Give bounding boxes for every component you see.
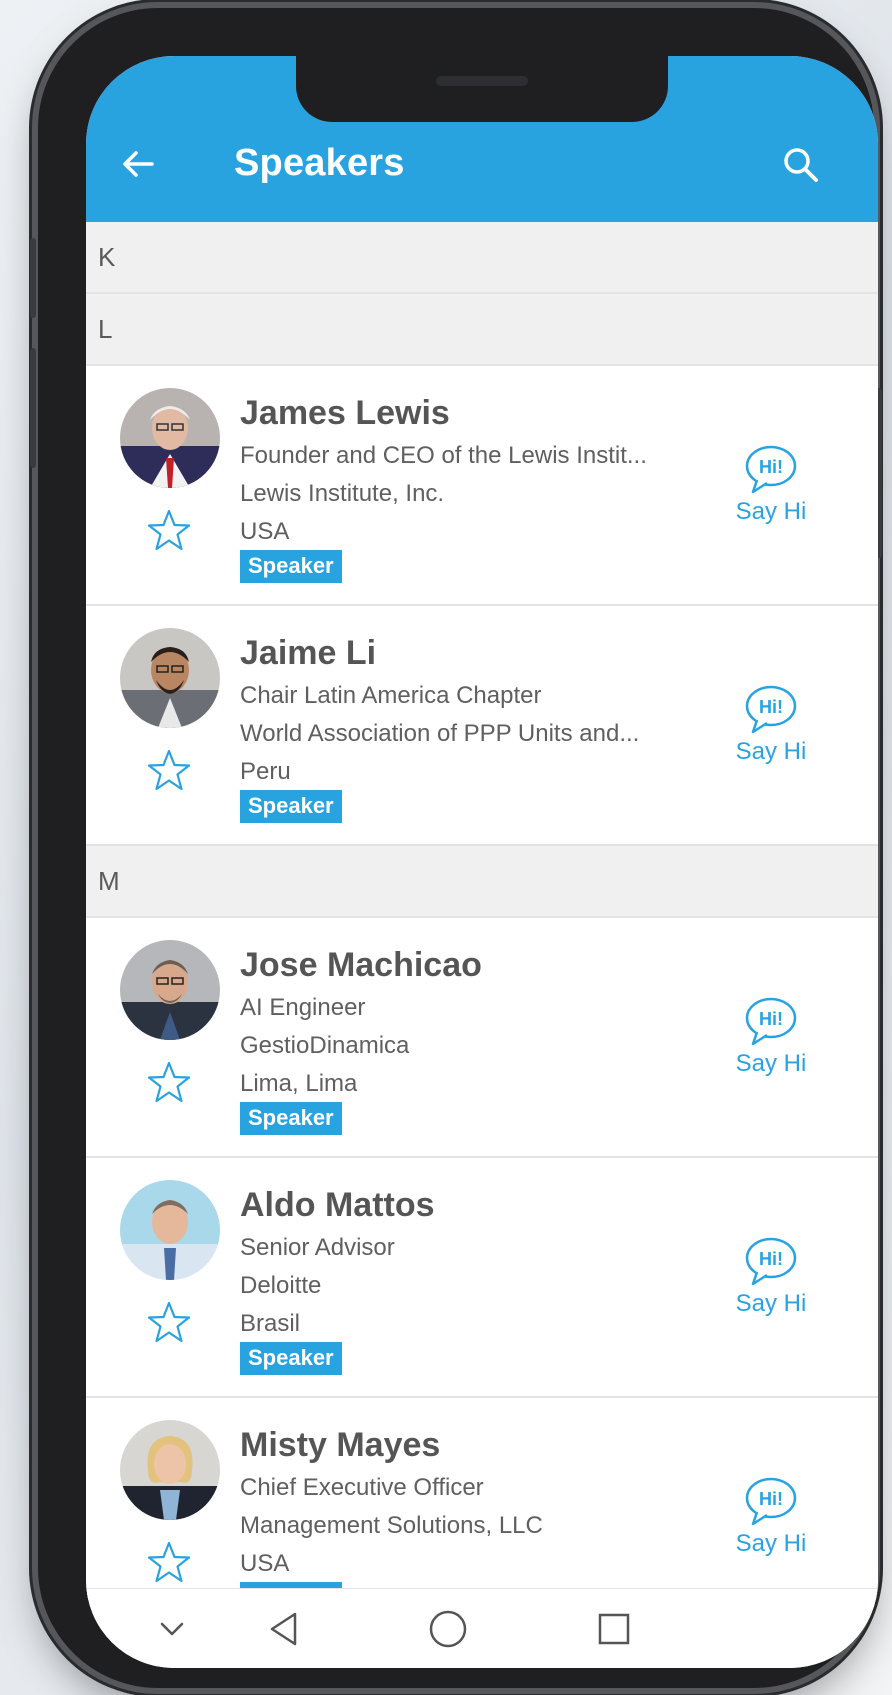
speaker-title: Senior Advisor (240, 1234, 395, 1261)
hi-speech-bubble-icon: Hi! (745, 1237, 797, 1286)
camera-notch (296, 56, 668, 122)
speaker-row[interactable]: James Lewis Founder and CEO of the Lewis… (86, 366, 878, 606)
hi-text: Hi! (759, 1249, 783, 1269)
hi-text: Hi! (759, 697, 783, 717)
avatar (120, 940, 220, 1040)
speaker-location: USA (240, 518, 290, 545)
say-hi-button[interactable]: Hi! Say Hi (726, 996, 816, 1078)
circle-home-icon (429, 1610, 467, 1648)
speaker-location: USA (240, 1550, 290, 1577)
speaker-row[interactable]: Jaime Li Chair Latin America Chapter Wor… (86, 606, 878, 846)
speaker-location: Brasil (240, 1310, 301, 1337)
hi-speech-bubble-icon: Hi! (745, 445, 797, 494)
avatar (120, 388, 220, 488)
speaker-name: Jose Machicao (240, 946, 482, 984)
nav-recents-button[interactable] (588, 1603, 640, 1655)
favorite-star-icon[interactable] (144, 506, 194, 556)
favorite-star-icon[interactable] (144, 1298, 194, 1348)
speaker-badge: Speaker (240, 790, 342, 823)
say-hi-label: Say Hi (735, 1050, 807, 1077)
android-nav-bar (86, 1588, 878, 1668)
speaker-title: Chief Executive Officer (240, 1474, 484, 1501)
speaker-company: GestioDinamica (240, 1032, 410, 1059)
speaker-list: K L James Lewis Founder and CEO of the L… (86, 222, 878, 1638)
section-header-m: M (86, 846, 878, 918)
speaker-badge: Speaker (240, 1342, 342, 1375)
speaker-name: James Lewis (240, 394, 450, 432)
nav-back-button[interactable] (258, 1603, 310, 1655)
back-button[interactable] (114, 140, 162, 188)
speaker-badge: Speaker (240, 1102, 342, 1135)
hi-text: Hi! (759, 1489, 783, 1509)
search-button[interactable] (776, 140, 826, 190)
hi-text: Hi! (759, 1009, 783, 1029)
favorite-star-icon[interactable] (144, 1538, 194, 1588)
avatar (120, 628, 220, 728)
square-recents-icon (598, 1613, 630, 1645)
volume-down-button (30, 348, 36, 468)
screen: Speakers K L James Lewis Founder and CEO… (86, 56, 878, 1668)
say-hi-label: Say Hi (735, 1530, 807, 1557)
favorite-star-icon[interactable] (144, 746, 194, 796)
speaker-name: Jaime Li (240, 634, 377, 672)
triangle-back-icon (270, 1612, 297, 1646)
nav-home-button[interactable] (422, 1603, 474, 1655)
earpiece (436, 76, 528, 86)
speaker-name: Aldo Mattos (240, 1186, 435, 1224)
volume-up-button (30, 238, 36, 318)
speaker-company: World Association of PPP Units and... (240, 720, 640, 747)
search-icon (784, 148, 818, 182)
section-header-l: L (86, 294, 878, 366)
hi-speech-bubble-icon: Hi! (745, 1477, 797, 1526)
say-hi-label: Say Hi (735, 738, 807, 765)
say-hi-label: Say Hi (735, 498, 807, 525)
hi-speech-bubble-icon: Hi! (745, 685, 797, 734)
say-hi-label: Say Hi (735, 1290, 807, 1317)
speaker-title: Founder and CEO of the Lewis Instit... (240, 442, 647, 469)
chevron-down-icon (160, 1622, 184, 1636)
arrow-left-icon (123, 151, 154, 177)
speaker-company: Deloitte (240, 1272, 322, 1299)
avatar (120, 1180, 220, 1280)
speaker-badge: Speaker (240, 550, 342, 583)
speaker-row[interactable]: Aldo Mattos Senior Advisor Deloitte Bras… (86, 1158, 878, 1398)
section-header-k: K (86, 222, 878, 294)
avatar (120, 1420, 220, 1520)
speaker-row[interactable]: Jose Machicao AI Engineer GestioDinamica… (86, 918, 878, 1158)
hi-text: Hi! (759, 457, 783, 477)
say-hi-button[interactable]: Hi! Say Hi (726, 684, 816, 766)
hi-speech-bubble-icon: Hi! (745, 997, 797, 1046)
speaker-title: AI Engineer (240, 994, 366, 1021)
favorite-star-icon[interactable] (144, 1058, 194, 1108)
nav-hide-keyboard-button[interactable] (146, 1603, 198, 1655)
speaker-location: Lima, Lima (240, 1070, 358, 1097)
phone-frame: Speakers K L James Lewis Founder and CEO… (30, 8, 882, 1688)
speaker-title: Chair Latin America Chapter (240, 682, 542, 709)
say-hi-button[interactable]: Hi! Say Hi (726, 444, 816, 526)
page-title: Speakers (234, 142, 405, 184)
speaker-company: Lewis Institute, Inc. (240, 480, 445, 507)
speaker-name: Misty Mayes (240, 1426, 441, 1464)
say-hi-button[interactable]: Hi! Say Hi (726, 1236, 816, 1318)
speaker-location: Peru (240, 758, 291, 785)
say-hi-button[interactable]: Hi! Say Hi (726, 1476, 816, 1558)
speaker-company: Management Solutions, LLC (240, 1512, 543, 1539)
